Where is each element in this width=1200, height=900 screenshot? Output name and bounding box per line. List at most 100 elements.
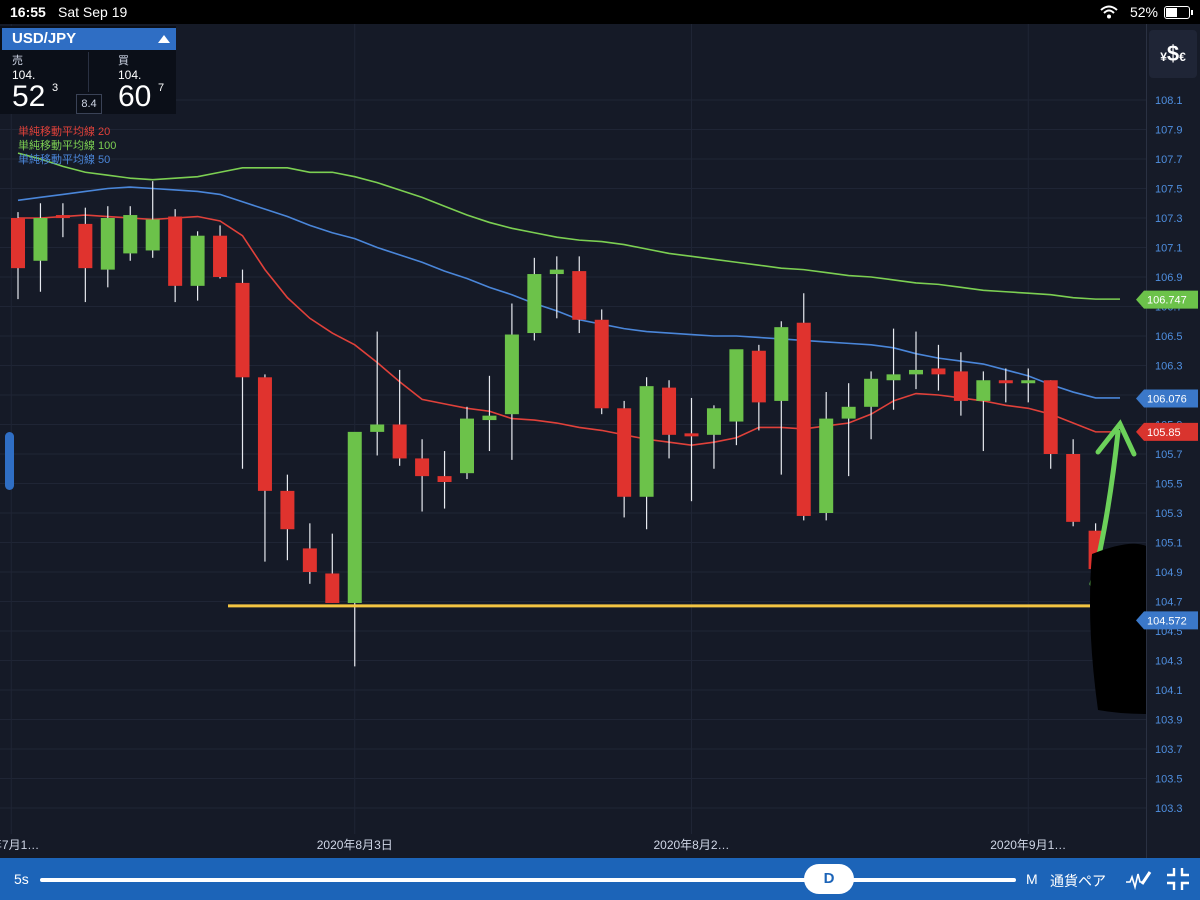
sell-price-main: 52 [12, 80, 46, 113]
drawing-tool-icon[interactable] [1124, 866, 1152, 892]
candle-body [392, 424, 407, 459]
candle-body [33, 218, 48, 261]
candle-body [662, 387, 677, 435]
candle-body [931, 368, 946, 375]
candle-body [774, 327, 789, 401]
candlestick-chart[interactable]: 0年7月1… 2020年8月3日 2020年8月2… 2020年9月1… [0, 24, 1146, 858]
candle-body [549, 269, 564, 275]
expand-icon[interactable] [1165, 866, 1191, 892]
candle-body [684, 433, 699, 437]
candle-body [302, 548, 317, 572]
price-tick-label: 105.5 [1155, 479, 1183, 491]
candle-body [998, 380, 1013, 384]
battery-percentage: 52% [1129, 4, 1158, 20]
collapse-arrow-icon[interactable] [158, 35, 170, 43]
pair-name: USD/JPY [12, 30, 77, 47]
battery-icon [1164, 6, 1193, 19]
price-tick-label: 103.3 [1155, 803, 1183, 815]
spread-value: 8.4 [76, 94, 102, 114]
price-axis-labels: 108.1 107.9 107.7 107.5 107.3 107.1 106.9 106.7… [1155, 95, 1183, 815]
chart-area[interactable]: 0年7月1… 2020年8月3日 2020年8月2… 2020年9月1… [0, 24, 1146, 858]
battery-level-fill [1166, 8, 1178, 17]
price-tick-label: 106.9 [1155, 272, 1183, 284]
date-tick-label: 2020年9月1… [990, 838, 1066, 852]
euro-symbol: € [1179, 50, 1186, 64]
price-tick-label: 107.3 [1155, 213, 1183, 225]
sma20-line [18, 214, 1120, 446]
sell-quote[interactable]: 売 104. 52 3 [12, 52, 86, 113]
redaction-mark [1090, 543, 1146, 714]
price-tick-label: 103.5 [1155, 774, 1183, 786]
candle-body [976, 380, 991, 401]
buy-price-pip: 7 [158, 82, 165, 94]
candle-body [953, 371, 968, 401]
dollar-symbol: $ [1166, 41, 1180, 66]
buy-price-main: 60 [118, 80, 152, 113]
buy-quote[interactable]: 買 104. 60 7 [118, 52, 192, 113]
price-tick-label: 103.7 [1155, 744, 1183, 756]
legend-sma20: 単純移動平均線 20 [18, 126, 111, 138]
candle-body [751, 350, 766, 403]
candle-body [527, 274, 542, 334]
candle-body [100, 218, 115, 270]
timeframe-slider-thumb[interactable]: D [804, 864, 854, 894]
candle-body [437, 476, 452, 483]
price-tick-label: 104.5 [1155, 626, 1183, 638]
candle-body [280, 490, 295, 530]
currency-toggle-button[interactable]: ¥$€ [1149, 30, 1197, 78]
price-tick-label: 106.3 [1155, 361, 1183, 373]
yen-symbol: ¥ [1160, 50, 1167, 64]
candle-body [841, 406, 856, 419]
candle-body [347, 431, 362, 603]
candle-body [617, 408, 632, 497]
status-time: 16:55 [10, 4, 46, 20]
candle-body [325, 573, 340, 603]
date-tick-label: 2020年8月2… [653, 838, 729, 852]
status-date: Sat Sep 19 [58, 4, 128, 20]
candle-body [145, 219, 160, 251]
currency-pair-button[interactable]: 通貨ペア [1050, 871, 1106, 891]
candle-body [504, 334, 519, 415]
price-tick-label: 107.7 [1155, 154, 1183, 166]
price-tick-label: 103.9 [1155, 715, 1183, 727]
candle-body [796, 322, 811, 516]
candle-body [909, 369, 923, 375]
candle-body [168, 216, 183, 286]
candle-body [819, 418, 834, 513]
candle-body [572, 271, 587, 320]
ticker-panel[interactable]: USD/JPY 売 104. 52 3 買 104. 60 7 8.4 [0, 26, 176, 114]
price-tick-label: 104.9 [1155, 567, 1183, 579]
candle-body [594, 319, 609, 409]
price-tick-label: 108.1 [1155, 95, 1183, 107]
timeframe-min-label[interactable]: 5s [14, 871, 29, 887]
timeframe-slider-track[interactable] [40, 878, 1016, 882]
candle-body [55, 215, 70, 219]
candle-body [729, 349, 744, 422]
price-tick-label: 104.1 [1155, 685, 1183, 697]
timeframe-max-label[interactable]: M [1026, 871, 1038, 887]
candle-body [886, 374, 901, 381]
price-tick-label: 107.5 [1155, 184, 1183, 196]
candle-body [415, 458, 430, 477]
pair-selector[interactable]: USD/JPY [2, 28, 176, 50]
price-tick-label: 105.1 [1155, 538, 1183, 550]
price-tick-label: 105.9 [1155, 420, 1183, 432]
price-axis[interactable]: 108.1 107.9 107.7 107.5 107.3 107.1 106.9 106.7… [1146, 24, 1200, 858]
price-tick-label: 106.7 [1155, 302, 1183, 314]
date-tick-label: 2020年8月3日 [317, 838, 393, 852]
timeframe-bar: 5s D M 通貨ペア [0, 858, 1200, 900]
price-tick-label: 106.5 [1155, 331, 1183, 343]
side-panel-handle[interactable] [5, 432, 14, 490]
candle-body [1066, 454, 1081, 522]
legend-sma50: 単純移動平均線 50 [18, 154, 111, 166]
legend-sma100: 単純移動平均線 100 [18, 140, 117, 152]
price-tick-label: 104.3 [1155, 656, 1183, 668]
candle-body [482, 415, 497, 421]
candle-body [235, 282, 250, 378]
status-bar: 16:55 Sat Sep 19 52% [0, 0, 1200, 24]
candle-body [370, 424, 385, 432]
wifi-icon [1100, 5, 1118, 19]
price-tick-label: 106.1 [1155, 390, 1183, 402]
candle-body [123, 215, 138, 254]
candle-body [706, 408, 721, 435]
